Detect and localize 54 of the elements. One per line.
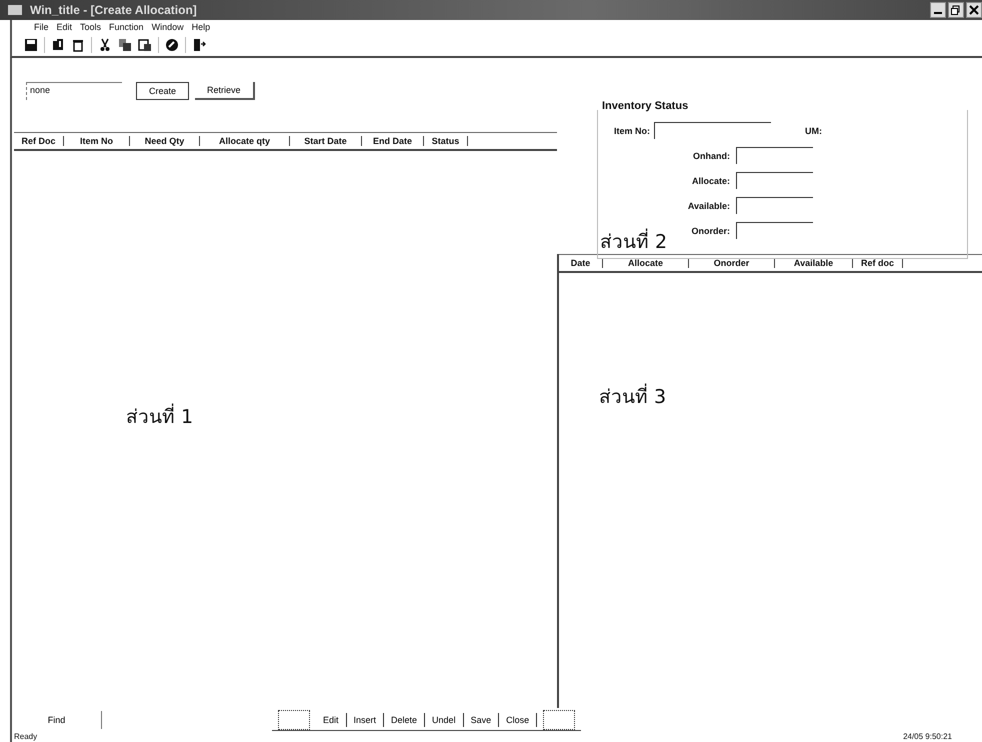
command-button[interactable]: Retrieve bbox=[195, 82, 255, 100]
input-field[interactable] bbox=[736, 147, 813, 164]
field-label: Allocate: bbox=[690, 176, 730, 186]
trash-icon[interactable] bbox=[71, 38, 85, 52]
copy-icon[interactable] bbox=[118, 38, 132, 52]
window-title: Win_title - [Create Allocation] bbox=[30, 3, 197, 17]
column-header[interactable]: Allocate qty bbox=[200, 136, 290, 146]
column-header[interactable]: Ref Doc bbox=[14, 136, 64, 146]
menu-item[interactable]: File bbox=[34, 22, 49, 32]
column-header[interactable]: Status bbox=[424, 136, 468, 146]
column-header[interactable]: Onorder bbox=[689, 258, 775, 268]
field-label: Item No: bbox=[614, 126, 650, 136]
column-header[interactable]: End Date bbox=[362, 136, 424, 146]
column-header[interactable]: Available bbox=[775, 258, 853, 268]
column-header[interactable]: Date bbox=[559, 258, 603, 268]
menu-item[interactable]: Tools bbox=[80, 22, 102, 32]
section-label: ส่วนที่ 2 bbox=[600, 226, 668, 256]
floppy-icon[interactable] bbox=[24, 38, 38, 52]
field-label: UM: bbox=[805, 126, 822, 136]
eraser-icon[interactable] bbox=[165, 38, 179, 52]
status-text: Ready bbox=[14, 732, 38, 741]
command-button[interactable]: Create bbox=[136, 82, 190, 100]
minimize-icon bbox=[934, 12, 942, 14]
status-datetime: 24/05 9:50:21 bbox=[903, 732, 952, 741]
menu-item[interactable]: Edit bbox=[56, 22, 72, 32]
restore-icon bbox=[951, 5, 961, 15]
dotted-frame bbox=[543, 710, 576, 730]
dotted-frame bbox=[278, 710, 310, 730]
menu-item[interactable]: Function bbox=[109, 22, 144, 32]
app-icon bbox=[8, 5, 22, 15]
paste-icon[interactable] bbox=[138, 38, 152, 52]
menu-item[interactable]: Help bbox=[192, 22, 210, 32]
input-field[interactable] bbox=[736, 172, 813, 189]
column-header[interactable]: Start Date bbox=[290, 136, 362, 146]
search-field[interactable]: none bbox=[26, 82, 122, 100]
door-icon[interactable] bbox=[192, 38, 206, 52]
menu-item[interactable]: Window bbox=[152, 22, 184, 32]
input-field[interactable] bbox=[736, 222, 813, 239]
column-header[interactable]: Ref doc bbox=[853, 258, 903, 268]
column-header[interactable]: Need Qty bbox=[130, 136, 200, 146]
scissors-icon[interactable] bbox=[98, 38, 112, 52]
minimize-button[interactable] bbox=[930, 2, 946, 18]
column-header[interactable]: Item No bbox=[64, 136, 130, 146]
input-field[interactable] bbox=[654, 122, 771, 139]
restore-button[interactable] bbox=[948, 2, 964, 18]
section-label: ส่วนที่ 1 bbox=[126, 401, 194, 431]
field-label: Available: bbox=[686, 200, 730, 210]
column-header[interactable]: Allocate bbox=[603, 258, 689, 268]
section-label: ส่วนที่ 3 bbox=[599, 381, 666, 411]
input-field[interactable] bbox=[736, 197, 813, 214]
field-label: Onorder: bbox=[690, 226, 730, 236]
field-label: Onhand: bbox=[692, 150, 730, 160]
close-button[interactable] bbox=[966, 2, 982, 18]
close-icon bbox=[969, 5, 979, 15]
